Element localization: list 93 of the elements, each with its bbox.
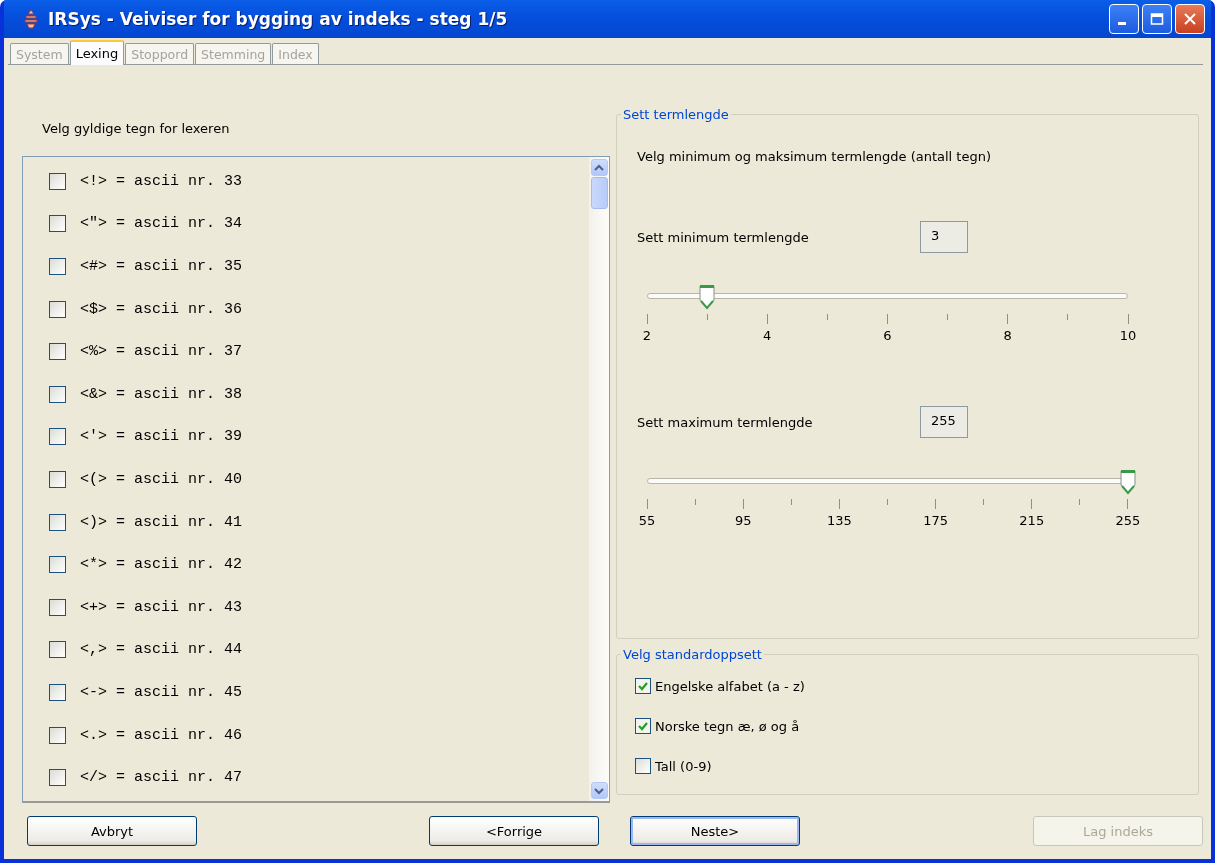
tick-label: 255 xyxy=(1115,513,1141,528)
value-field: 3 xyxy=(920,221,968,253)
character-label: <,> = ascii nr. 44 xyxy=(80,641,243,659)
option-label: Tall (0-9) xyxy=(655,758,712,774)
tick-mark xyxy=(646,499,648,509)
slider-label: Sett maximum termlengde xyxy=(636,414,814,430)
wizard-button[interactable]: Neste> xyxy=(630,816,800,846)
tick-mark xyxy=(742,499,744,509)
minimize-button[interactable] xyxy=(1109,4,1139,34)
scroll-up-icon[interactable] xyxy=(590,159,608,176)
tick-mark xyxy=(1067,314,1069,320)
tick-mark xyxy=(766,314,768,324)
checkbox[interactable] xyxy=(49,428,66,446)
character-label: <.> = ascii nr. 46 xyxy=(80,726,243,744)
group-title: Velg standardoppsett xyxy=(622,647,763,662)
character-label: <'> = ascii nr. 39 xyxy=(80,428,243,446)
maximize-button[interactable] xyxy=(1142,4,1172,34)
maximize-icon xyxy=(1150,12,1164,26)
checkbox[interactable] xyxy=(635,678,651,694)
tick-label: 95 xyxy=(734,513,752,528)
tick-label: 6 xyxy=(883,328,892,343)
tick-label: 135 xyxy=(826,513,852,528)
value-field: 255 xyxy=(920,406,968,438)
tick-mark xyxy=(983,499,985,505)
checkbox[interactable] xyxy=(49,258,66,275)
tick-label: 175 xyxy=(923,513,948,528)
character-label: <%> = ascii nr. 37 xyxy=(80,343,243,361)
tick-mark xyxy=(1007,314,1009,324)
tick-label: 2 xyxy=(642,328,652,343)
option-label: Engelske alfabet (a - z) xyxy=(655,678,805,694)
wizard-button[interactable]: <Forrige xyxy=(429,816,599,846)
checkbox[interactable] xyxy=(49,215,66,233)
tick-mark xyxy=(646,314,648,324)
slider-thumb[interactable] xyxy=(699,284,716,310)
tick-mark xyxy=(838,499,840,509)
tick-mark xyxy=(790,499,792,505)
character-label: <*> = ascii nr. 42 xyxy=(80,556,243,574)
scroll-thumb[interactable] xyxy=(590,177,608,209)
checkbox[interactable] xyxy=(49,513,66,531)
close-button[interactable] xyxy=(1175,4,1205,34)
checkbox[interactable] xyxy=(49,726,66,744)
checkbox[interactable] xyxy=(49,343,66,361)
scrollbar[interactable] xyxy=(589,157,609,801)
tick-label: 8 xyxy=(1003,328,1012,343)
tick-mark xyxy=(694,499,696,505)
character-label: <!> = ascii nr. 33 xyxy=(80,172,243,190)
tick-mark xyxy=(1079,499,1081,505)
character-label: <+> = ascii nr. 43 xyxy=(80,598,243,616)
checkbox[interactable] xyxy=(49,769,66,787)
scroll-down-icon[interactable] xyxy=(590,782,608,799)
character-label: <$> = ascii nr. 36 xyxy=(80,300,243,318)
checkbox[interactable] xyxy=(49,385,66,403)
tick-mark xyxy=(1031,499,1033,509)
character-label: </> = ascii nr. 47 xyxy=(80,769,243,787)
slider-thumb[interactable] xyxy=(1120,469,1136,495)
checkbox[interactable] xyxy=(49,556,66,574)
checkbox[interactable] xyxy=(635,718,651,734)
tick-mark xyxy=(947,314,949,320)
tick-mark xyxy=(887,314,888,324)
tick-label: 10 xyxy=(1119,328,1137,343)
tick-mark xyxy=(1127,499,1129,509)
checkbox[interactable] xyxy=(49,470,66,488)
tick-label: 215 xyxy=(1019,513,1045,528)
option-label: Norske tegn æ, ø og å xyxy=(655,718,800,734)
character-label: <&> = ascii nr. 38 xyxy=(80,385,243,403)
tab[interactable]: Lexing xyxy=(69,40,125,65)
checkbox[interactable] xyxy=(49,683,66,701)
tick-mark xyxy=(886,499,888,505)
tick-mark xyxy=(1127,314,1129,324)
character-label: <(> = ascii nr. 40 xyxy=(80,470,243,488)
group-title: Sett termlengde xyxy=(622,107,730,122)
window-title: IRSys - Veiviser for bygging av indeks - steg 1/5 xyxy=(48,9,508,29)
tick-mark xyxy=(706,314,708,320)
close-icon xyxy=(1183,12,1197,26)
checkbox[interactable] xyxy=(49,641,66,659)
character-label: <-> = ascii nr. 45 xyxy=(80,683,243,701)
character-label: <)> = ascii nr. 41 xyxy=(80,513,243,531)
character-label: <"> = ascii nr. 34 xyxy=(80,215,243,233)
app-icon xyxy=(22,9,40,29)
checkbox[interactable] xyxy=(635,758,651,774)
checkbox[interactable] xyxy=(49,300,66,318)
minimize-icon xyxy=(1118,21,1126,25)
tick-label: 4 xyxy=(763,328,772,343)
tick-mark xyxy=(826,314,828,320)
checkbox[interactable] xyxy=(49,172,66,190)
checkbox[interactable] xyxy=(49,598,66,616)
panel-heading: Velg gyldige tegn for lexeren xyxy=(41,120,231,138)
tick-label: 55 xyxy=(638,513,656,528)
slider-label: Sett minimum termlengde xyxy=(636,229,810,245)
wizard-button[interactable]: Avbryt xyxy=(27,816,197,846)
tick-mark xyxy=(935,499,937,509)
description: Velg minimum og maksimum termlengde (antall tegn) xyxy=(636,148,992,164)
character-label: <#> = ascii nr. 35 xyxy=(80,258,243,275)
